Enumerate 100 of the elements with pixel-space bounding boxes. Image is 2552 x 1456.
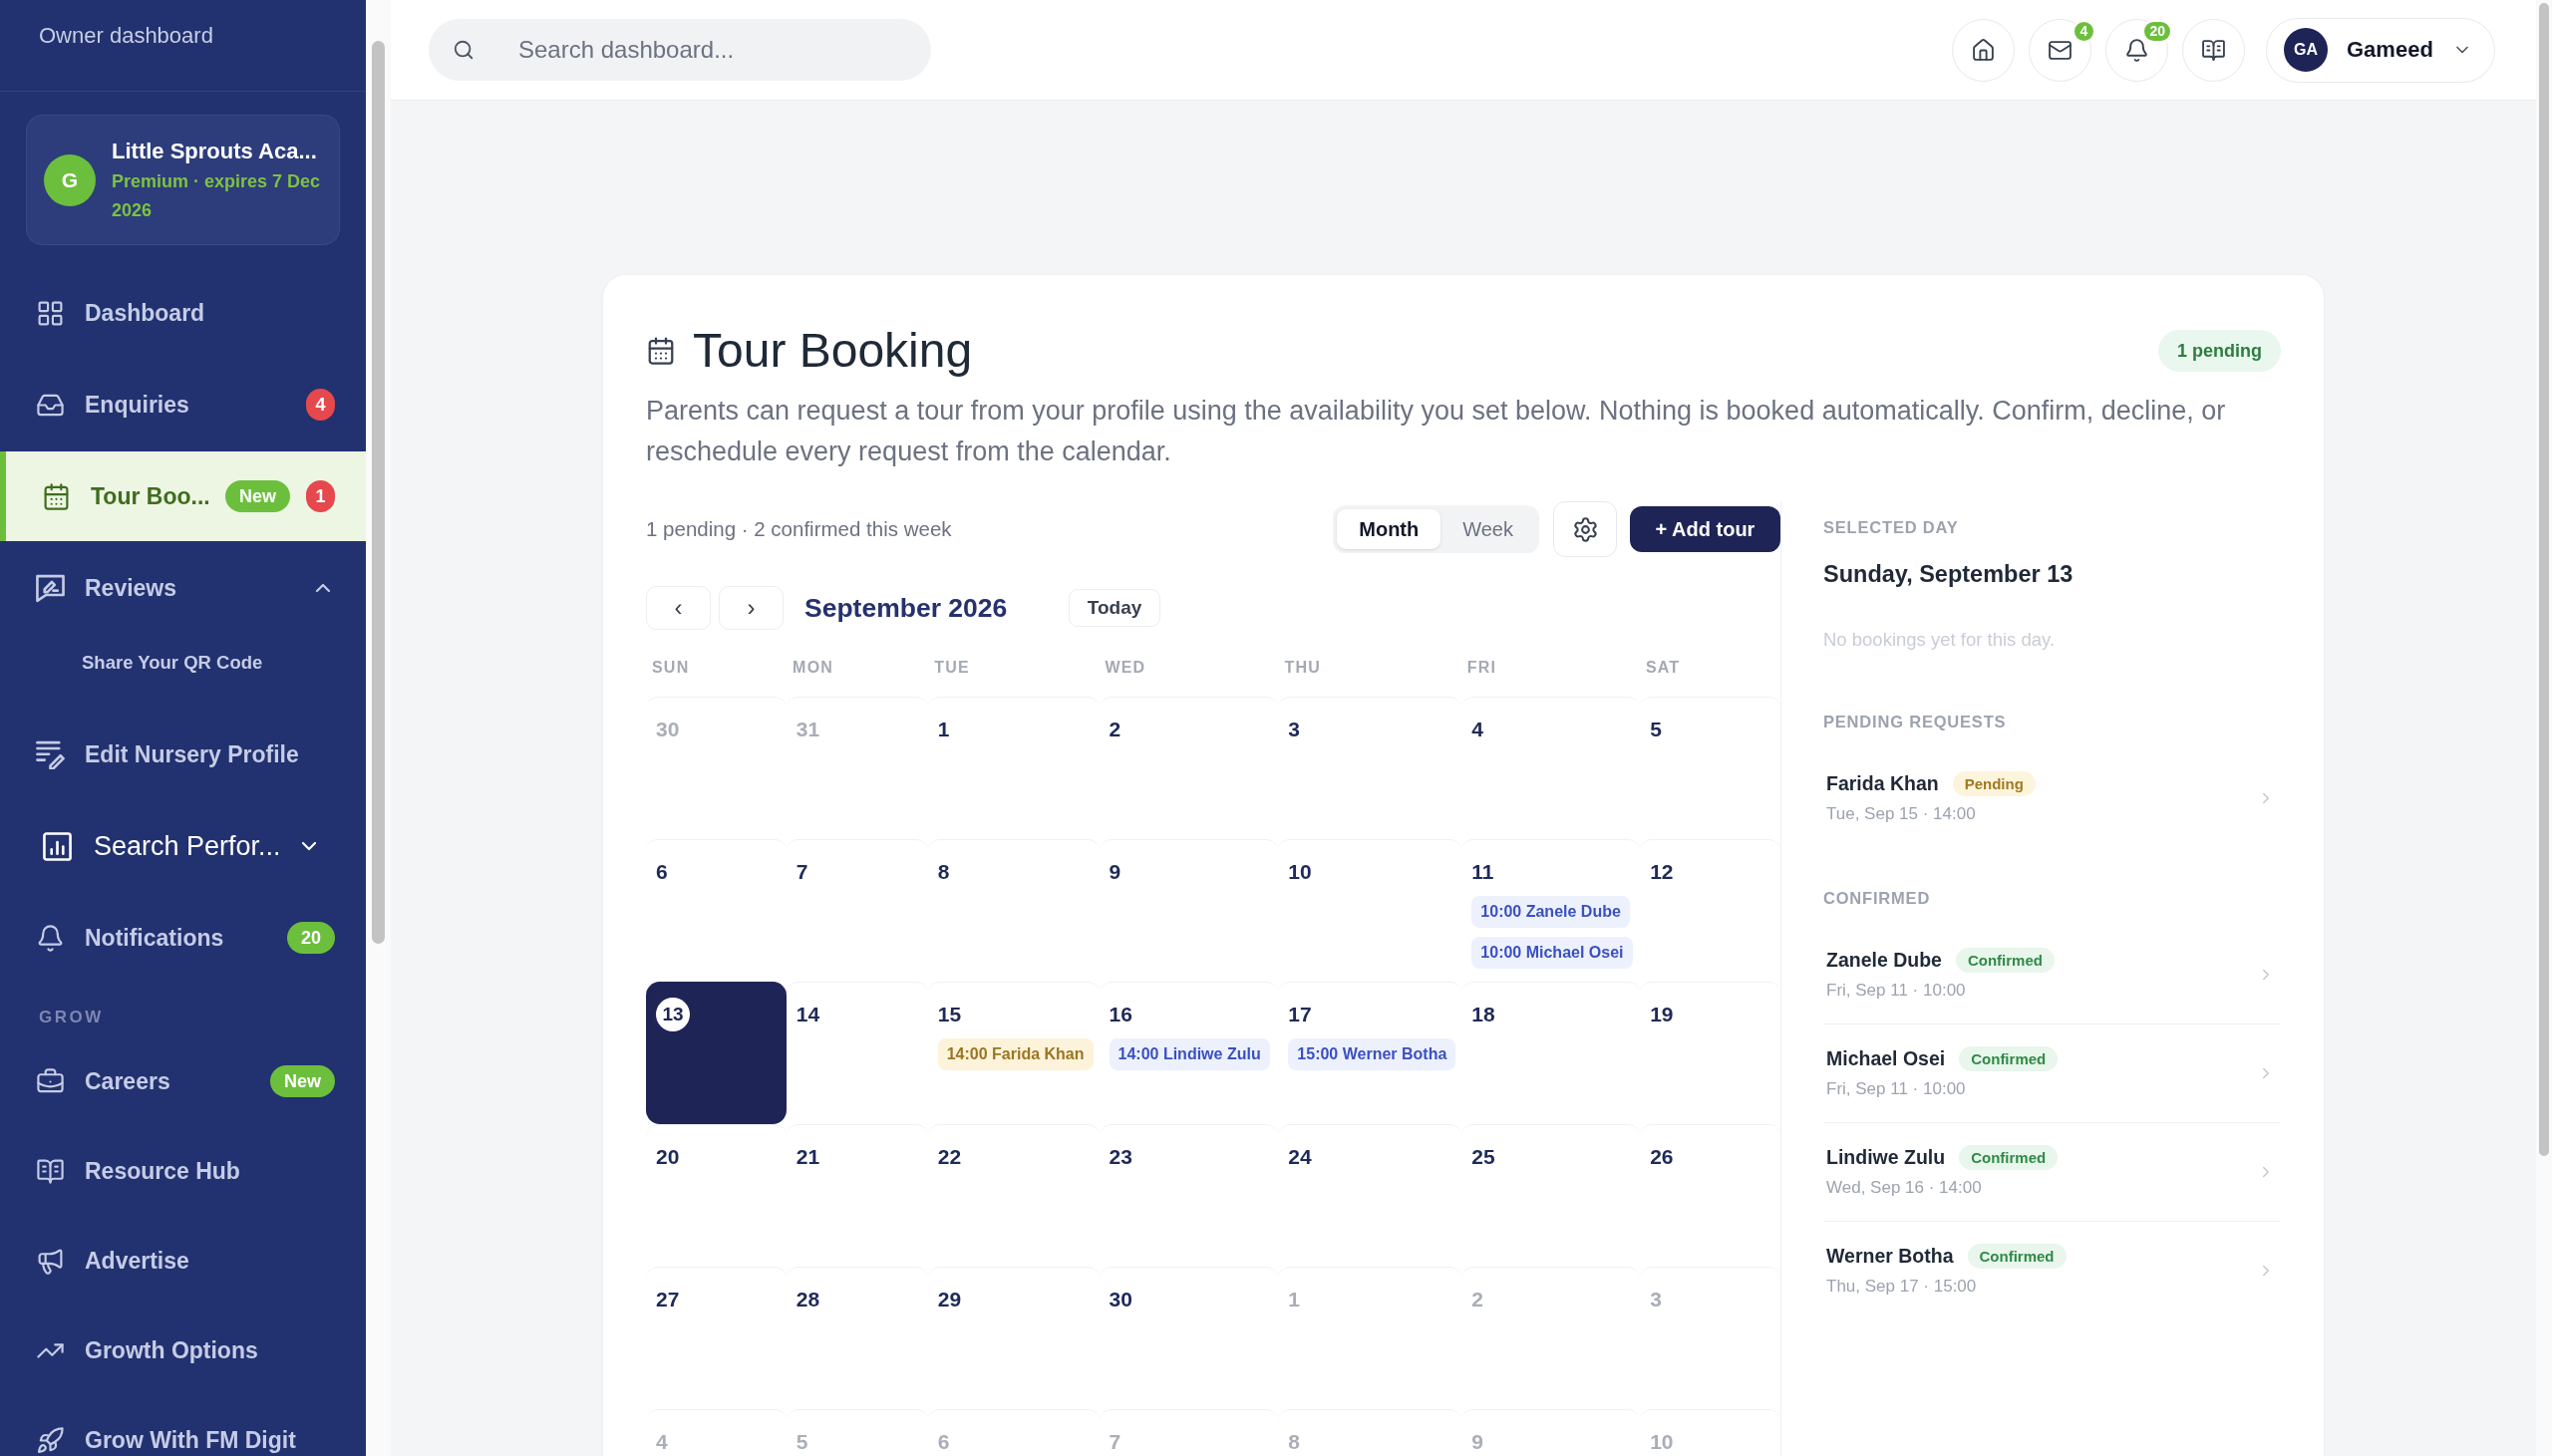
- calendar-day[interactable]: 14: [786, 982, 928, 1124]
- nav-item[interactable]: Tour Boo... New 1: [0, 451, 366, 541]
- calendar-day[interactable]: 25: [1461, 1124, 1641, 1267]
- page-title: Tour Booking: [693, 323, 973, 379]
- nav-item[interactable]: Enquiries 4: [0, 360, 366, 449]
- tour-event-chip[interactable]: 10:00 Michael Osei: [1471, 937, 1633, 969]
- booking-row[interactable]: Michael Osei Confirmed Fri, Sep 11 · 10:00: [1823, 1023, 2281, 1122]
- booking-row[interactable]: Farida Khan Pending Tue, Sep 15 · 14:00: [1823, 749, 2281, 847]
- day-number: 15: [937, 1002, 962, 1027]
- calendar-day[interactable]: 21: [786, 1124, 928, 1267]
- day-number: 10: [1650, 1429, 1674, 1455]
- status-badge: Confirmed: [1959, 1045, 2059, 1071]
- booking-summary: 1 pending · 2 confirmed this week: [646, 517, 952, 541]
- calendar-day[interactable]: 8: [927, 839, 1100, 982]
- scrollbar-thumb[interactable]: [2539, 3, 2549, 1156]
- previous-month-button[interactable]: ‹: [646, 586, 711, 630]
- avatar-initial: G: [44, 153, 96, 206]
- day-number: 28: [796, 1287, 820, 1312]
- calendar-day[interactable]: 12: [1640, 839, 1780, 982]
- bar-chart-icon: [43, 831, 72, 861]
- booking-row[interactable]: Lindiwe Zulu Confirmed Wed, Sep 16 · 14:00: [1823, 1122, 2281, 1221]
- booking-row[interactable]: Zanele Dube Confirmed Fri, Sep 11 · 10:00: [1823, 926, 2281, 1023]
- nav-item[interactable]: Edit Nursery Profile: [0, 710, 366, 799]
- tour-event-chip[interactable]: 14:00 Lindiwe Zulu: [1109, 1038, 1270, 1070]
- tour-event-chip[interactable]: 15:00 Werner Botha: [1288, 1038, 1456, 1070]
- calendar-day[interactable]: 26: [1640, 1124, 1780, 1267]
- nav-item[interactable]: Search Perfor...: [0, 801, 366, 891]
- booking-name: Werner Botha: [1826, 1244, 1954, 1268]
- booking-row[interactable]: Werner Botha Confirmed Thu, Sep 17 · 15:00: [1823, 1221, 2281, 1319]
- account-card[interactable]: G Little Sprouts Aca... Premium · expires 7 Dec 2026: [26, 115, 340, 245]
- day-number: 1: [937, 717, 950, 742]
- count-badge: New: [225, 480, 290, 512]
- next-month-button[interactable]: ›: [719, 586, 784, 630]
- calendar-day[interactable]: 10: [1278, 839, 1462, 982]
- day-number: 20: [656, 1144, 680, 1170]
- booking-time: Fri, Sep 11 · 10:00: [1826, 1078, 1967, 1100]
- user-menu-button[interactable]: GA Gameed: [2266, 17, 2495, 83]
- settings-button[interactable]: [1553, 501, 1617, 557]
- nav-item[interactable]: Resource Hub: [0, 1127, 366, 1215]
- section-heading: GROW: [38, 1007, 105, 1028]
- nav-item[interactable]: Advertise: [0, 1217, 366, 1305]
- view-tab[interactable]: Month: [1337, 509, 1441, 549]
- nav-item[interactable]: Careers New: [0, 1037, 366, 1125]
- calendar-day[interactable]: 7: [786, 839, 928, 982]
- day-number: 21: [796, 1144, 820, 1170]
- nav-item[interactable]: Reviews: [0, 543, 366, 633]
- settings-icon: [1571, 515, 1599, 543]
- nav-item[interactable]: Grow With FM Digit: [0, 1396, 366, 1456]
- calendar-icon: [42, 481, 71, 511]
- calendar-day[interactable]: 9: [1099, 839, 1279, 982]
- scrollbar-thumb[interactable]: [372, 41, 385, 944]
- review-bubble-icon: [36, 573, 65, 603]
- day-number: 8: [1288, 1429, 1301, 1455]
- calendar-day[interactable]: 24: [1278, 1124, 1462, 1267]
- day-number: 1: [1288, 1287, 1301, 1312]
- tour-event-chip[interactable]: 14:00 Farida Khan: [937, 1038, 1094, 1070]
- calendar-day[interactable]: 15 14:00 Farida Khan: [927, 982, 1100, 1124]
- nav-item[interactable]: Growth Options: [0, 1307, 366, 1394]
- add-tour-button[interactable]: + Add tour: [1630, 506, 1780, 552]
- day-number: 2: [1109, 717, 1121, 742]
- count-badge: 20: [2142, 19, 2172, 43]
- bell-icon: [36, 923, 65, 953]
- calendar-day[interactable]: 28: [786, 1267, 928, 1409]
- status-badge: Confirmed: [1959, 1144, 2059, 1170]
- calendar-day[interactable]: 5: [1640, 697, 1780, 839]
- booking-time: Fri, Sep 11 · 10:00: [1826, 980, 1967, 1002]
- calendar-day[interactable]: 3: [1278, 697, 1462, 839]
- sub-nav-item[interactable]: Share Your QR Code: [0, 635, 366, 691]
- calendar-day[interactable]: 4: [1461, 697, 1641, 839]
- calendar-day[interactable]: 29: [927, 1267, 1100, 1409]
- calendar-day[interactable]: 23: [1099, 1124, 1279, 1267]
- calendar-day[interactable]: 22: [927, 1124, 1100, 1267]
- month-title: September 2026: [804, 592, 1009, 624]
- calendar-day[interactable]: 27: [646, 1267, 787, 1409]
- search-field[interactable]: Search dashboard...: [429, 19, 931, 81]
- today-button[interactable]: Today: [1069, 589, 1160, 627]
- calendar-day[interactable]: 19: [1640, 982, 1780, 1124]
- day-number: 27: [656, 1287, 680, 1312]
- calendar-day[interactable]: 20: [646, 1124, 787, 1267]
- weekday-label: SAT: [1644, 658, 1682, 678]
- calendar-day[interactable]: 13: [646, 982, 787, 1124]
- section-label: SELECTED DAY: [1823, 517, 1960, 538]
- calendar-day[interactable]: 11 10:00 Zanele Dube 10:00 Michael Osei: [1461, 839, 1641, 982]
- nav-item[interactable]: Notifications 20: [0, 893, 366, 983]
- count-badge: New: [270, 1065, 335, 1097]
- calendar-day[interactable]: 17 15:00 Werner Botha: [1278, 982, 1462, 1124]
- view-tab[interactable]: Week: [1440, 509, 1535, 549]
- day-number: 5: [1650, 717, 1662, 742]
- calendar-day[interactable]: 30: [1099, 1267, 1279, 1409]
- day-number: 16: [1109, 1002, 1132, 1027]
- calendar-day[interactable]: 16 14:00 Lindiwe Zulu: [1099, 982, 1279, 1124]
- weekday-label: FRI: [1465, 658, 1498, 678]
- tour-event-chip[interactable]: 10:00 Zanele Dube: [1471, 896, 1630, 928]
- day-number: 25: [1471, 1144, 1495, 1170]
- calendar-day[interactable]: 18: [1461, 982, 1641, 1124]
- nav-item[interactable]: Dashboard: [0, 268, 366, 358]
- calendar-day[interactable]: 1: [927, 697, 1100, 839]
- calendar-day[interactable]: 2: [1099, 697, 1279, 839]
- list-pencil-icon: [36, 739, 65, 769]
- account-name: Little Sprouts Aca...: [112, 137, 318, 165]
